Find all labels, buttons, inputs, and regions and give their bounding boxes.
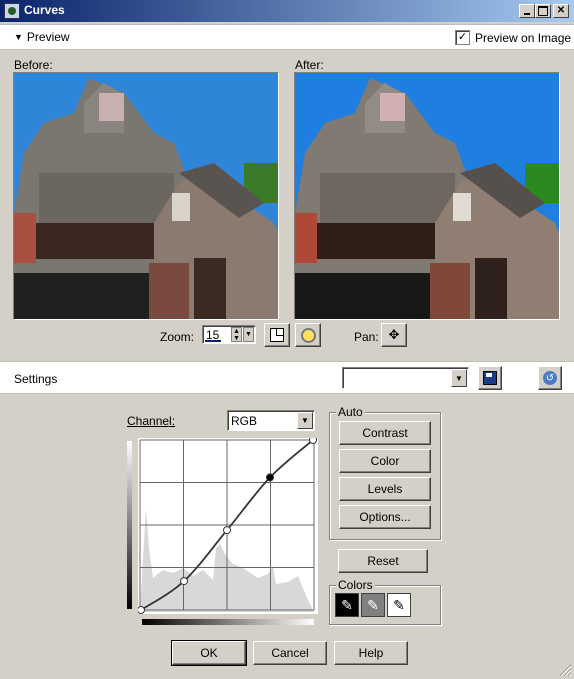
channel-label: Channel: [127, 414, 175, 428]
close-icon: ✕ [556, 5, 566, 16]
settings-label: Settings [14, 372, 58, 386]
zoom-label: Zoom: [160, 330, 195, 344]
before-label: Before: [14, 58, 53, 72]
zoom-underline [205, 340, 221, 342]
save-preset-button[interactable] [478, 366, 502, 390]
gray-point-eyedropper[interactable]: ✎ [361, 593, 385, 617]
maximize-icon [538, 6, 548, 16]
ok-button[interactable]: OK [171, 640, 247, 666]
curves-graph[interactable] [138, 438, 318, 614]
preview-on-image-option[interactable]: ✓ Preview on Image [455, 30, 571, 45]
preview-on-image-checkbox[interactable]: ✓ [455, 30, 470, 45]
channel-label-text: Channel: [127, 414, 176, 428]
app-icon [4, 3, 20, 19]
before-preview[interactable] [13, 72, 279, 320]
options-button[interactable]: Options... [339, 505, 431, 529]
after-preview[interactable] [294, 72, 560, 320]
resize-grip[interactable] [558, 663, 572, 677]
preview-band: ▼ Preview ✓ Preview on Image [0, 24, 574, 50]
curve-point[interactable] [309, 438, 317, 444]
eyedropper-gray-icon: ✎ [367, 596, 379, 613]
curve-point[interactable] [223, 526, 231, 535]
settings-band: Settings ▼ ↺ [0, 361, 574, 394]
color-button[interactable]: Color [339, 449, 431, 473]
window-title: Curves [24, 3, 65, 17]
preview-on-image-label: Preview on Image [475, 30, 572, 45]
curve-point[interactable] [180, 577, 188, 586]
eyedropper-white-icon: ✎ [393, 596, 405, 613]
channel-dropdown-arrow[interactable]: ▼ [297, 412, 313, 429]
channel-value: RGB [231, 414, 258, 428]
minimize-button[interactable] [519, 4, 535, 18]
zoom-spinner[interactable]: ▲ ▼ [231, 327, 242, 342]
preview-label: Preview [26, 30, 70, 44]
reset-default-button[interactable]: ↺ [538, 366, 562, 390]
black-point-eyedropper[interactable]: ✎ [335, 593, 359, 617]
before-image [14, 73, 278, 319]
cancel-button[interactable]: Cancel [253, 641, 327, 665]
after-label: After: [295, 58, 324, 72]
zoom-dropdown[interactable]: ▼ [243, 327, 254, 342]
help-button[interactable]: Help [334, 641, 408, 665]
save-icon [483, 371, 497, 385]
zoom-fit-icon [270, 328, 284, 342]
curve-point[interactable] [138, 606, 145, 614]
zoom-to-fit-button[interactable] [264, 323, 290, 347]
close-button[interactable]: ✕ [553, 4, 569, 18]
pan-label: Pan: [354, 330, 379, 344]
chevron-down-icon[interactable]: ▼ [451, 369, 467, 387]
contrast-button[interactable]: Contrast [339, 421, 431, 445]
eyedropper-black-icon: ✎ [341, 596, 353, 613]
zoom-tool-button[interactable] [295, 323, 321, 347]
white-point-eyedropper[interactable]: ✎ [387, 593, 411, 617]
curve-point-selected[interactable] [266, 473, 274, 482]
checkmark-icon: ✓ [457, 31, 468, 43]
after-image [295, 73, 559, 319]
colors-group-label: Colors [336, 578, 375, 592]
reset-button[interactable]: Reset [338, 549, 428, 573]
title-bar: Curves ✕ [0, 0, 574, 22]
levels-button[interactable]: Levels [339, 477, 431, 501]
triangle-down-icon: ▼ [14, 32, 23, 42]
maximize-button[interactable] [535, 4, 551, 18]
output-gradient-bar [127, 441, 132, 609]
channel-dropdown[interactable]: RGB ▼ [227, 410, 315, 431]
input-gradient-bar [142, 619, 314, 625]
preview-toggle[interactable]: ▼ Preview [14, 30, 70, 44]
minimize-icon [524, 13, 530, 15]
undo-icon: ↺ [543, 371, 557, 385]
preset-dropdown[interactable]: ▼ [342, 367, 469, 389]
zoom-input[interactable]: 15 ▲ ▼ ▼ [202, 325, 256, 344]
pan-button[interactable]: ✥ [381, 323, 407, 347]
auto-group-label: Auto [336, 405, 365, 419]
move-icon: ✥ [388, 327, 400, 342]
magnifier-icon [300, 327, 316, 343]
